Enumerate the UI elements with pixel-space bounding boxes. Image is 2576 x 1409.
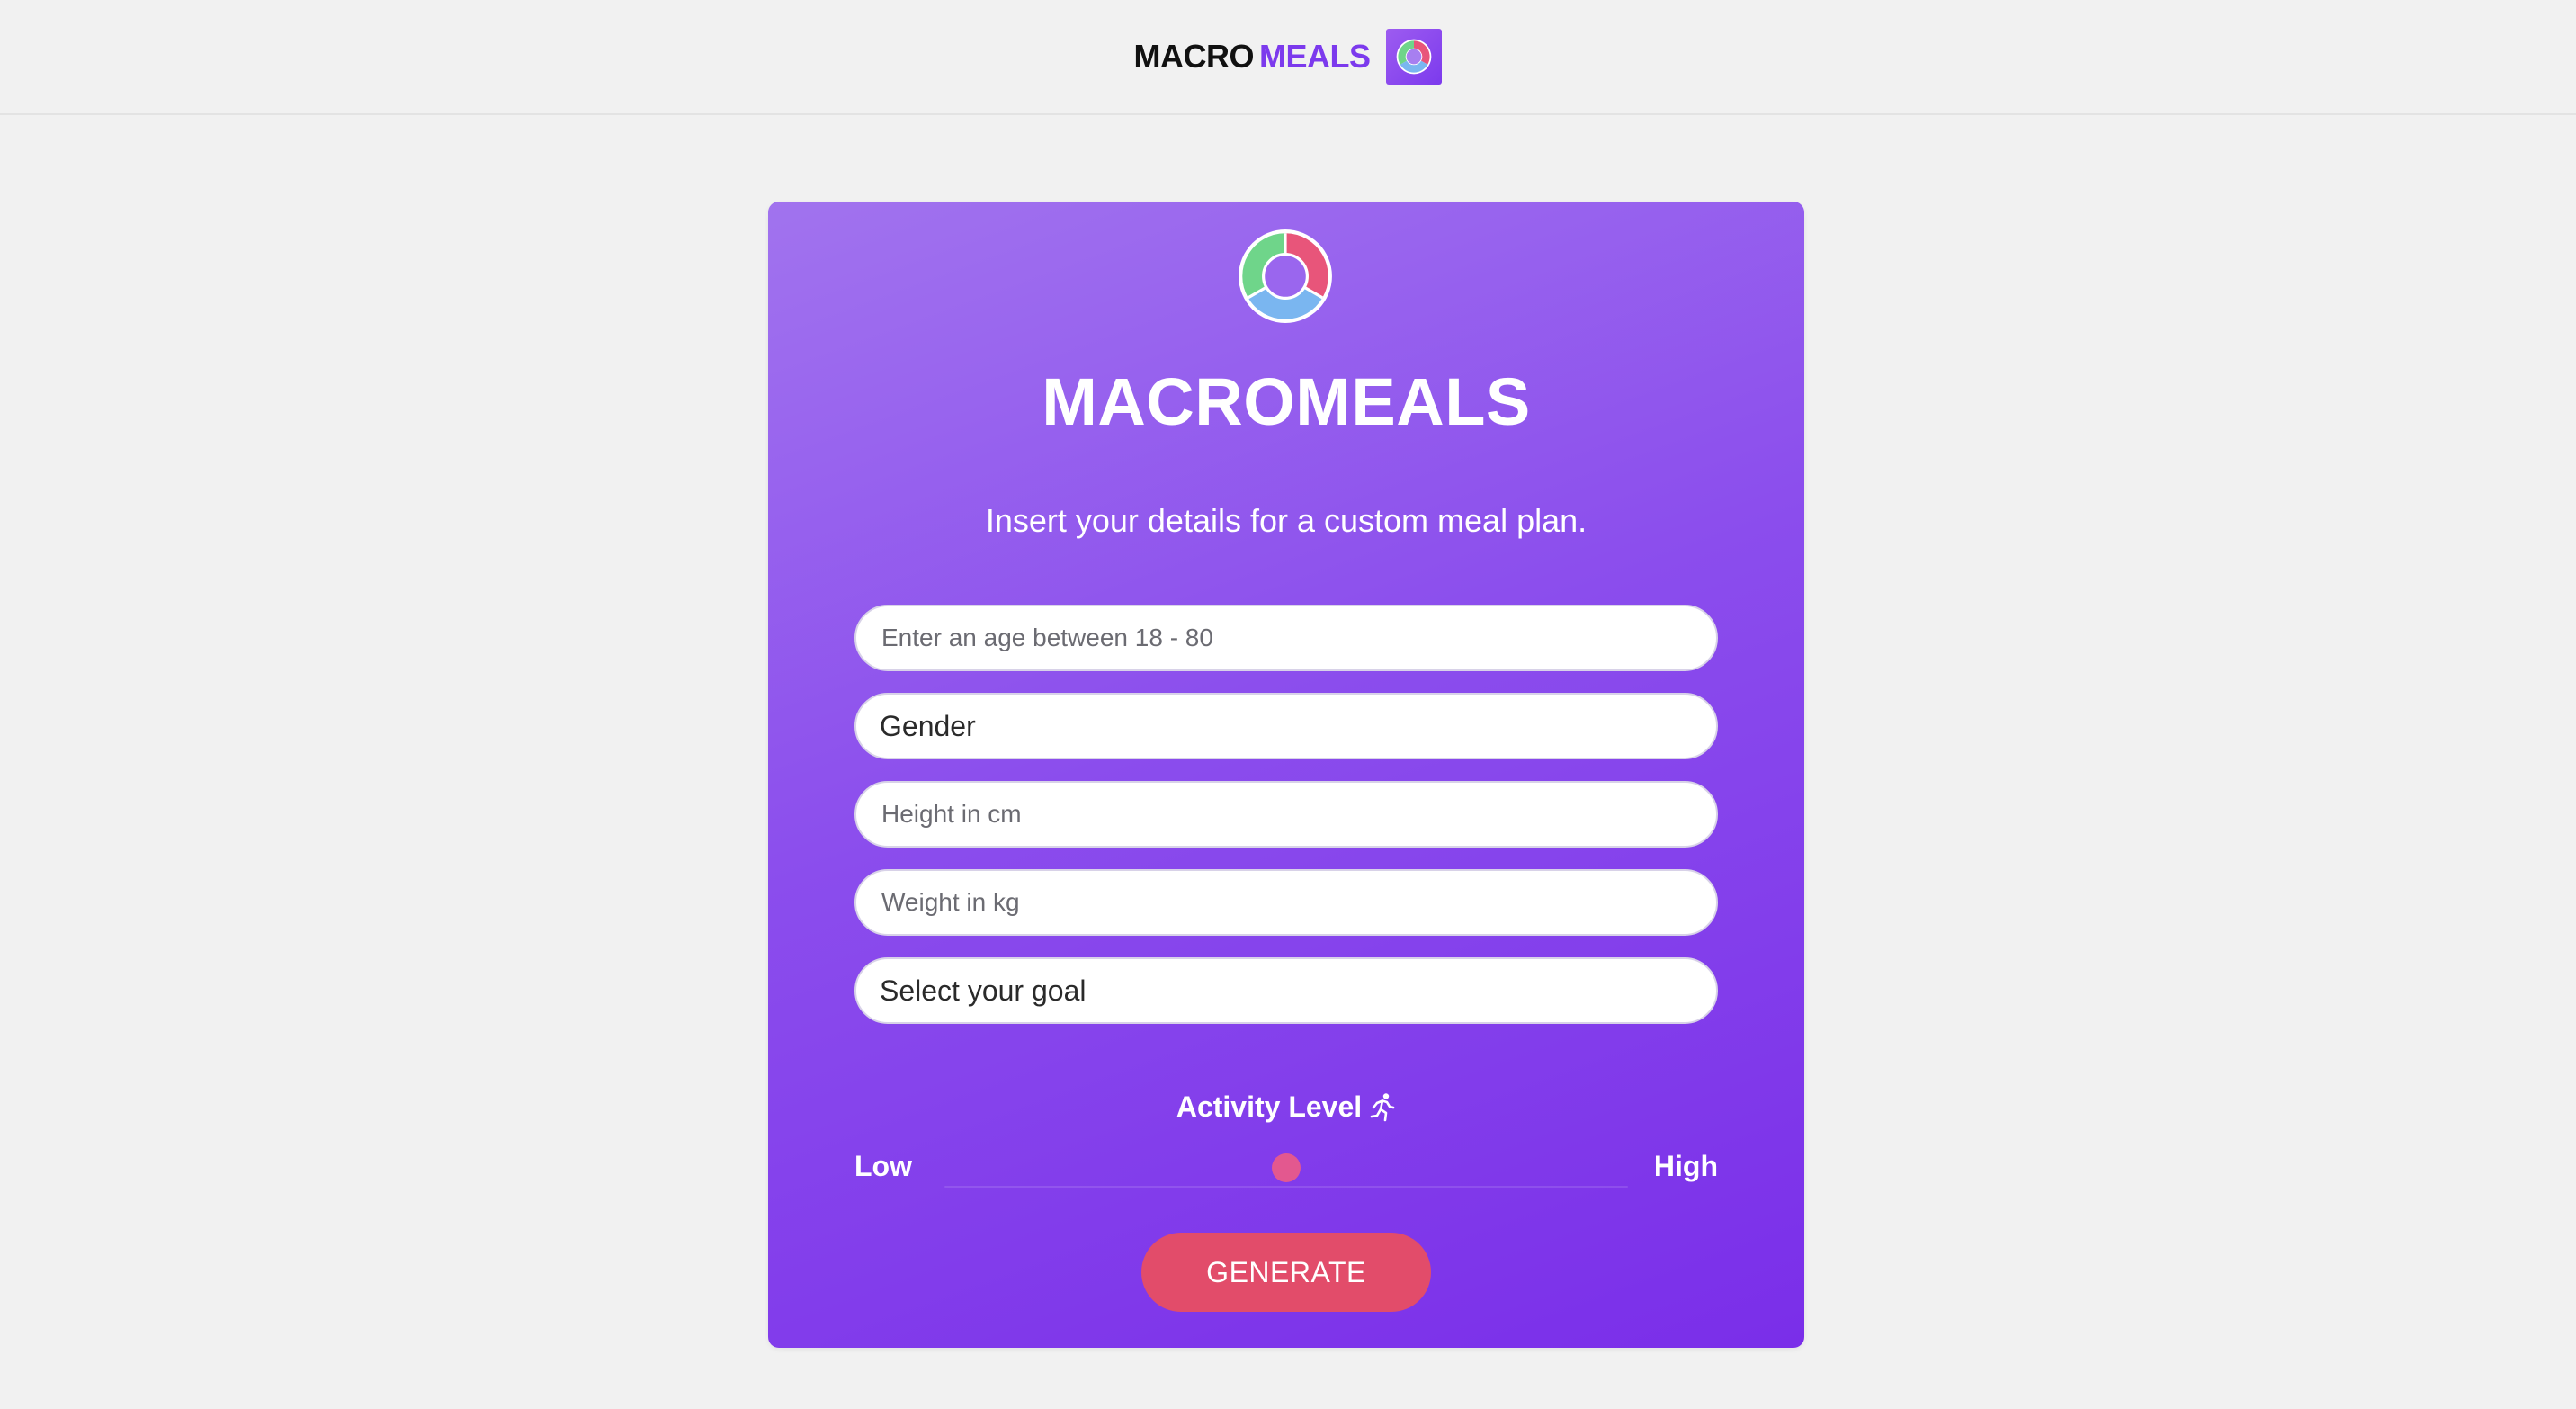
donut-chart-logo-icon <box>1239 229 1332 323</box>
gender-select[interactable]: Gender <box>854 693 1718 759</box>
brand-wordmark: MACRO MEALS <box>1134 38 1371 76</box>
weight-field[interactable] <box>854 869 1718 936</box>
age-field[interactable] <box>854 605 1718 671</box>
activity-slider-thumb[interactable] <box>1272 1153 1301 1182</box>
height-input[interactable] <box>880 783 1716 846</box>
generate-button[interactable]: GENERATE <box>1141 1233 1431 1312</box>
activity-high-label: High <box>1653 1150 1718 1182</box>
top-header: MACRO MEALS <box>0 0 2576 115</box>
goal-select[interactable]: Select your goal <box>854 957 1718 1024</box>
weight-input[interactable] <box>880 871 1716 934</box>
donut-chart-logo-icon <box>1397 39 1432 75</box>
page-subtitle: Insert your details for a custom meal pl… <box>985 502 1588 539</box>
activity-level-label: Activity Level <box>1176 1090 1363 1123</box>
activity-slider-track[interactable] <box>944 1186 1628 1188</box>
running-person-icon <box>1370 1092 1395 1121</box>
goal-select-value: Select your goal <box>880 974 1087 1007</box>
brand[interactable]: MACRO MEALS <box>1134 29 1443 85</box>
meal-plan-card: MACROMEALS Insert your details for a cus… <box>768 202 1804 1348</box>
age-input[interactable] <box>880 606 1716 669</box>
brand-meals-text: MEALS <box>1258 38 1371 75</box>
brand-macro-text: MACRO <box>1133 38 1255 75</box>
activity-level-heading: Activity Level <box>768 1090 1804 1124</box>
page-title: MACROMEALS <box>1042 364 1531 439</box>
header-logo-icon <box>1386 29 1443 85</box>
activity-low-label: Low <box>854 1150 912 1182</box>
card-logo <box>1238 229 1333 324</box>
height-field[interactable] <box>854 781 1718 848</box>
gender-select-value: Gender <box>880 709 976 742</box>
